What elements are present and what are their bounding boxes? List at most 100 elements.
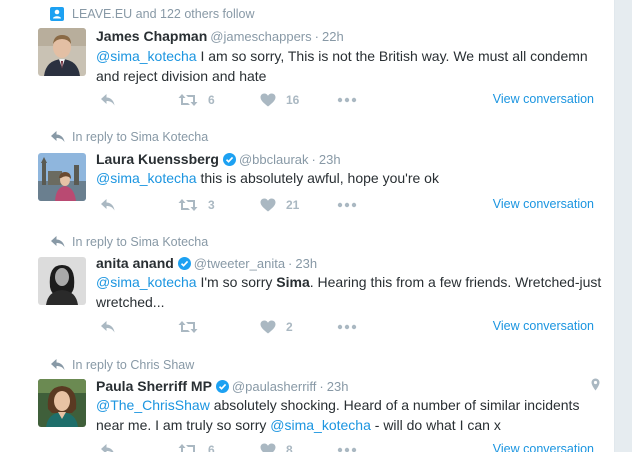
author-name[interactable]: Laura Kuenssberg	[96, 151, 219, 167]
like-count: 16	[286, 93, 300, 107]
tweet-text: @The_ChrisShaw absolutely shocking. Hear…	[96, 395, 606, 435]
tweet-header: anita anand @tweeter_anita · 23h	[96, 254, 317, 272]
tweet-header: James Chapman @jameschappers · 22h	[96, 27, 344, 45]
reply-button[interactable]	[100, 441, 116, 452]
like-button[interactable]: 16	[260, 91, 299, 109]
retweet-button[interactable]: 6	[178, 91, 215, 109]
heart-icon	[260, 320, 276, 334]
more-dots-icon	[337, 202, 357, 208]
social-context: In reply to Sima Kotecha	[51, 234, 209, 250]
social-context: In reply to Chris Shaw	[51, 357, 195, 373]
follow-person-icon	[50, 7, 66, 21]
text-segment: - will do what I can x	[370, 417, 501, 433]
tweet-actions: 2 View conversation	[96, 318, 606, 336]
view-conversation-link[interactable]: View conversation	[493, 442, 594, 452]
separator-dot: ·	[288, 255, 293, 271]
more-options-button[interactable]	[337, 441, 357, 452]
avatar[interactable]	[38, 257, 86, 305]
like-button[interactable]: 2	[260, 318, 293, 336]
text-segment: this is absolutely awful, hope you're ok	[196, 170, 439, 186]
tweet-header: Laura Kuenssberg @bbclaurak · 23h	[96, 150, 341, 168]
author-handle[interactable]: @paulasherriff	[232, 379, 317, 394]
view-conversation-link[interactable]: View conversation	[493, 197, 594, 211]
view-conversation-link[interactable]: View conversation	[493, 92, 594, 106]
location-pin-icon[interactable]	[591, 378, 600, 391]
like-count: 8	[286, 443, 293, 452]
timestamp[interactable]: 23h	[327, 379, 349, 394]
reply-arrow-icon	[50, 235, 66, 249]
retweet-button[interactable]	[178, 318, 208, 336]
more-dots-icon	[337, 447, 357, 452]
mention-link[interactable]: @sima_kotecha	[270, 417, 371, 433]
verified-badge-icon	[215, 379, 229, 393]
reply-icon	[101, 444, 114, 452]
tweet-text: @sima_kotecha I am so sorry, This is not…	[96, 46, 606, 86]
avatar[interactable]	[38, 379, 86, 427]
verified-badge-icon	[177, 256, 191, 270]
social-context: In reply to Sima Kotecha	[51, 129, 209, 145]
tweet-text: @sima_kotecha I'm so sorry Sima. Hearing…	[96, 272, 606, 312]
retweet-button[interactable]: 3	[178, 196, 215, 214]
tweet[interactable]: In reply to Sima Kotecha Laura Kuenssber…	[0, 123, 614, 228]
avatar[interactable]	[38, 28, 86, 76]
heart-icon	[260, 443, 276, 452]
social-context-text: In reply to Sima Kotecha	[72, 130, 209, 144]
retweet-count: 6	[208, 93, 215, 107]
timestamp[interactable]: 22h	[322, 29, 344, 44]
like-count: 2	[286, 320, 293, 334]
retweet-button[interactable]: 6	[178, 441, 215, 452]
reply-arrow-icon	[50, 358, 66, 372]
verified-badge-icon	[222, 152, 236, 166]
like-button[interactable]: 8	[260, 441, 293, 452]
retweet-icon	[178, 321, 198, 333]
reply-button[interactable]	[100, 196, 116, 214]
reply-icon	[101, 94, 115, 106]
social-context-text: In reply to Sima Kotecha	[72, 235, 209, 249]
timestamp[interactable]: 23h	[319, 152, 341, 167]
tweet[interactable]: LEAVE.EU and 122 others follow James Cha…	[0, 0, 614, 124]
heart-icon	[260, 93, 276, 107]
author-name[interactable]: anita anand	[96, 255, 174, 271]
retweet-icon	[178, 444, 198, 452]
tweet-header: Paula Sherriff MP @paulasherriff · 23h	[96, 377, 348, 395]
like-button[interactable]: 21	[260, 196, 299, 214]
mention-link[interactable]: @The_ChrisShaw	[96, 397, 210, 413]
separator-dot: ·	[314, 28, 319, 44]
mention-link[interactable]: @sima_kotecha	[96, 170, 197, 186]
author-name[interactable]: Paula Sherriff MP	[96, 378, 212, 394]
more-options-button[interactable]	[337, 91, 357, 109]
avatar[interactable]	[38, 153, 86, 201]
more-dots-icon	[337, 97, 357, 103]
reply-button[interactable]	[100, 91, 116, 109]
author-name[interactable]: James Chapman	[96, 28, 207, 44]
tweet-actions: 6 8 View conversation	[96, 441, 606, 452]
more-options-button[interactable]	[337, 196, 357, 214]
reply-button[interactable]	[100, 318, 116, 336]
like-count: 21	[286, 198, 300, 212]
retweet-count: 3	[208, 198, 215, 212]
author-handle[interactable]: @tweeter_anita	[194, 256, 285, 271]
author-handle[interactable]: @bbclaurak	[239, 152, 309, 167]
heart-icon	[260, 198, 276, 212]
more-options-button[interactable]	[337, 318, 357, 336]
social-context-text: In reply to Chris Shaw	[72, 358, 195, 372]
timestamp[interactable]: 23h	[295, 256, 317, 271]
tweet-actions: 6 16 View conversation	[96, 91, 606, 109]
social-context-text: LEAVE.EU and 122 others follow	[72, 7, 255, 21]
text-segment-bold: Sima	[276, 274, 310, 290]
timeline: LEAVE.EU and 122 others follow James Cha…	[0, 0, 615, 452]
more-dots-icon	[337, 324, 357, 330]
mention-link[interactable]: @sima_kotecha	[96, 274, 197, 290]
reply-arrow-icon	[50, 130, 66, 144]
tweet[interactable]: In reply to Chris Shaw Paula Sherriff MP…	[0, 349, 614, 452]
separator-dot: ·	[319, 378, 324, 394]
retweet-icon	[178, 94, 198, 106]
mention-link[interactable]: @sima_kotecha	[96, 48, 197, 64]
retweet-count: 6	[208, 443, 215, 452]
tweet-text: @sima_kotecha this is absolutely awful, …	[96, 168, 606, 188]
view-conversation-link[interactable]: View conversation	[493, 319, 594, 333]
author-handle[interactable]: @jameschappers	[210, 29, 311, 44]
tweet[interactable]: In reply to Sima Kotecha anita anand @tw…	[0, 227, 614, 350]
separator-dot: ·	[311, 151, 316, 167]
reply-icon	[101, 199, 115, 211]
